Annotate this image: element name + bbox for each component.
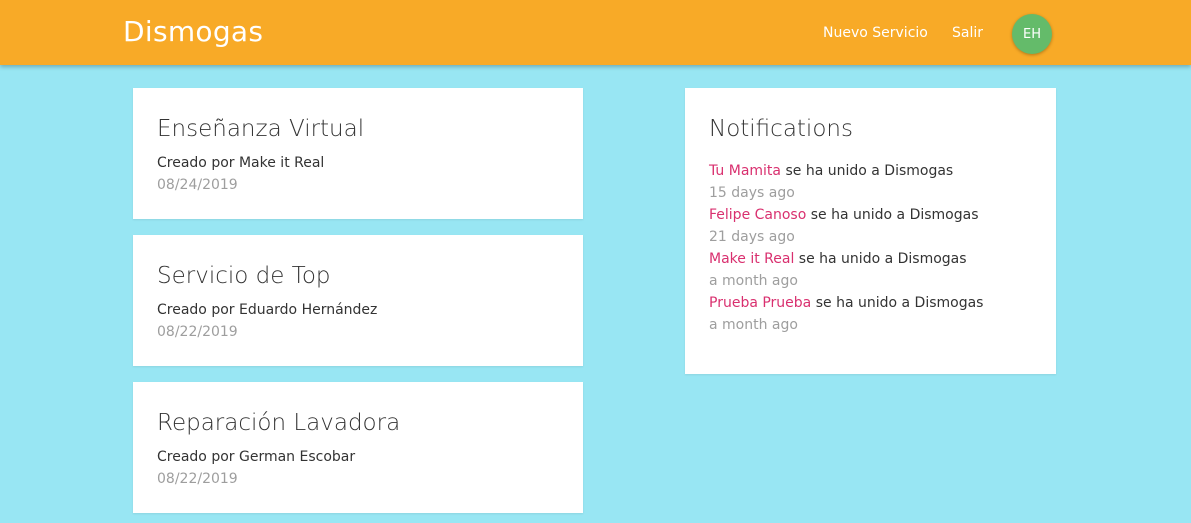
notification-user-link[interactable]: Tu Mamita: [709, 163, 781, 179]
notification-text: se ha unido a Dismogas: [798, 251, 967, 267]
top-navbar: Dismogas Nuevo Servicio Salir EH: [0, 0, 1191, 65]
service-title[interactable]: Enseñanza Virtual: [157, 116, 364, 142]
notification-text: se ha unido a Dismogas: [810, 207, 979, 223]
service-date: 08/22/2019: [157, 324, 238, 340]
notification-item: Tu Mamita se ha unido a Dismogas 15 days…: [709, 160, 1039, 204]
notifications-panel: Notifications Tu Mamita se ha unido a Di…: [685, 88, 1056, 374]
service-author: Creado por Make it Real: [157, 155, 325, 171]
notification-time: 21 days ago: [709, 229, 795, 245]
notification-user-link[interactable]: Felipe Canoso: [709, 207, 806, 223]
notification-item: Prueba Prueba se ha unido a Dismogas a m…: [709, 292, 1039, 336]
notification-time: a month ago: [709, 317, 798, 333]
service-title[interactable]: Servicio de Top: [157, 263, 331, 289]
service-author: Creado por Eduardo Hernández: [157, 302, 378, 318]
notification-item: Felipe Canoso se ha unido a Dismogas 21 …: [709, 204, 1039, 248]
service-title[interactable]: Reparación Lavadora: [157, 410, 400, 436]
notification-message: Prueba Prueba se ha unido a Dismogas: [709, 292, 1039, 314]
service-card[interactable]: Servicio de Top Creado por Eduardo Herná…: [133, 235, 583, 366]
service-author: Creado por German Escobar: [157, 449, 356, 465]
notification-message: Felipe Canoso se ha unido a Dismogas: [709, 204, 1039, 226]
user-avatar[interactable]: EH: [1012, 14, 1052, 54]
notification-user-link[interactable]: Make it Real: [709, 251, 794, 267]
service-card[interactable]: Enseñanza Virtual Creado por Make it Rea…: [133, 88, 583, 219]
notification-message: Tu Mamita se ha unido a Dismogas: [709, 160, 1039, 182]
notification-time: a month ago: [709, 273, 798, 289]
new-service-link[interactable]: Nuevo Servicio: [823, 25, 928, 41]
notifications-title: Notifications: [709, 116, 853, 142]
notification-text: se ha unido a Dismogas: [785, 163, 954, 179]
service-date: 08/22/2019: [157, 471, 238, 487]
brand-logo[interactable]: Dismogas: [123, 15, 263, 48]
notification-message: Make it Real se ha unido a Dismogas: [709, 248, 1039, 270]
service-date: 08/24/2019: [157, 177, 238, 193]
notification-user-link[interactable]: Prueba Prueba: [709, 295, 811, 311]
logout-link[interactable]: Salir: [952, 25, 983, 41]
notification-text: se ha unido a Dismogas: [815, 295, 984, 311]
service-card[interactable]: Reparación Lavadora Creado por German Es…: [133, 382, 583, 513]
notifications-list: Tu Mamita se ha unido a Dismogas 15 days…: [709, 160, 1039, 336]
notification-time: 15 days ago: [709, 185, 795, 201]
notification-item: Make it Real se ha unido a Dismogas a mo…: [709, 248, 1039, 292]
